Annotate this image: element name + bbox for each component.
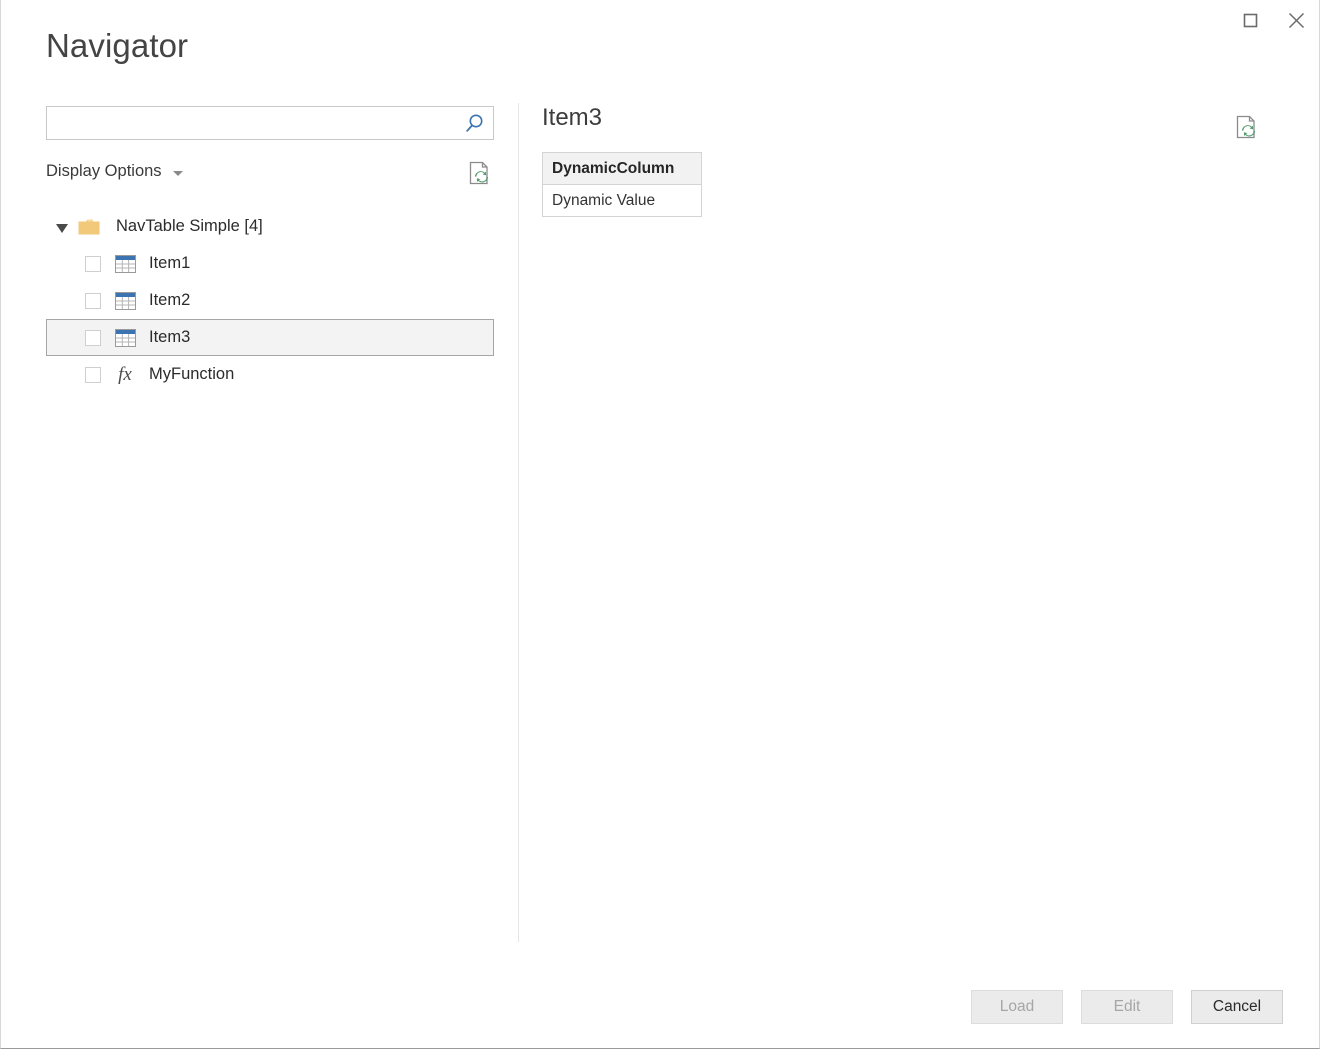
checkbox-item3[interactable] xyxy=(85,329,101,346)
page-title: Navigator xyxy=(46,27,189,64)
left-pane: Display Options NavTable Simple [4] Item… xyxy=(46,106,496,393)
expander-collapse-icon[interactable] xyxy=(56,224,68,233)
search-box[interactable] xyxy=(46,106,494,140)
table-row: Dynamic Value xyxy=(542,184,702,217)
tree-item-label: Item3 xyxy=(149,328,191,346)
tree-item-label: MyFunction xyxy=(149,365,235,383)
chevron-down-icon xyxy=(172,170,183,176)
search-icon[interactable] xyxy=(461,111,487,135)
checkbox-item1[interactable] xyxy=(85,255,101,272)
refresh-preview-button-right[interactable] xyxy=(1233,113,1259,141)
maximize-button[interactable] xyxy=(1227,0,1273,40)
column-header: DynamicColumn xyxy=(542,152,702,185)
load-button[interactable]: Load xyxy=(971,990,1063,1024)
refresh-page-icon xyxy=(1233,115,1259,145)
search-input[interactable] xyxy=(47,107,455,139)
close-icon xyxy=(1288,12,1305,29)
table-cell: Dynamic Value xyxy=(542,184,702,217)
preview-table: DynamicColumn Dynamic Value xyxy=(542,152,702,217)
display-options-label: Display Options xyxy=(46,162,162,180)
table-icon xyxy=(114,291,136,310)
function-icon: fx xyxy=(114,365,136,384)
close-button[interactable] xyxy=(1273,0,1319,40)
tree-node-root[interactable]: NavTable Simple [4] xyxy=(46,208,494,245)
refresh-preview-button-left[interactable] xyxy=(466,159,492,187)
window-controls xyxy=(1227,0,1319,40)
tree-node-root-label: NavTable Simple [4] xyxy=(116,217,263,235)
tree-item-label: Item2 xyxy=(149,291,191,309)
tree-item-item3[interactable]: Item3 xyxy=(46,319,494,356)
preview-title: Item3 xyxy=(542,104,603,131)
dialog-footer: Load Edit Cancel xyxy=(971,990,1283,1024)
checkbox-item2[interactable] xyxy=(85,292,101,309)
cancel-button[interactable]: Cancel xyxy=(1191,990,1283,1024)
function-icon-glyph: fx xyxy=(118,364,132,385)
tree-item-item2[interactable]: Item2 xyxy=(46,282,494,319)
table-icon xyxy=(114,254,136,273)
table-header-row: DynamicColumn xyxy=(542,152,702,185)
edit-button[interactable]: Edit xyxy=(1081,990,1173,1024)
pane-divider xyxy=(518,103,519,942)
tree-item-myfunction[interactable]: fx MyFunction xyxy=(46,356,494,393)
display-options-dropdown[interactable]: Display Options xyxy=(46,162,183,181)
preview-table-head: DynamicColumn xyxy=(542,152,702,185)
options-row: Display Options xyxy=(46,159,494,188)
navigation-tree: NavTable Simple [4] Item1 Item2 Item3 fx… xyxy=(46,208,494,393)
preview-table-body: Dynamic Value xyxy=(542,184,702,217)
preview-pane: Item3 DynamicColumn Dynamic Value xyxy=(542,106,1279,217)
folder-icon xyxy=(78,218,100,236)
tree-item-item1[interactable]: Item1 xyxy=(46,245,494,282)
refresh-page-icon xyxy=(466,161,492,191)
maximize-icon xyxy=(1243,13,1258,28)
checkbox-myfunction[interactable] xyxy=(85,366,101,383)
table-icon xyxy=(114,328,136,347)
navigator-dialog: Navigator Display Options NavTable Simpl… xyxy=(0,0,1320,1049)
tree-item-label: Item1 xyxy=(149,254,191,272)
